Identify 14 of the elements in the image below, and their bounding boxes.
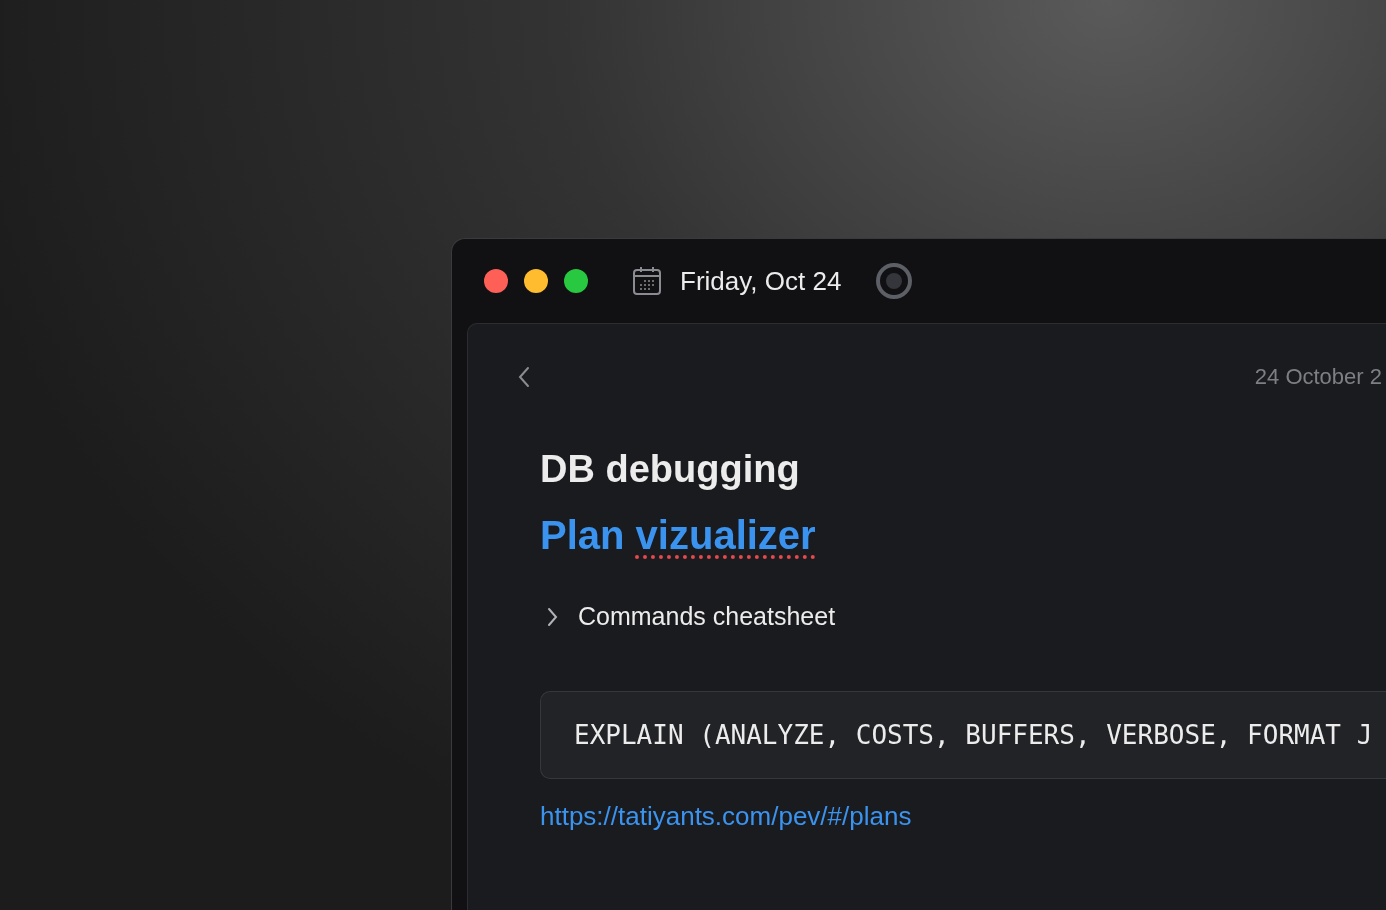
code-block: EXPLAIN (ANALYZE, COSTS, BUFFERS, VERBOSE, FORMAT J — [540, 691, 1386, 779]
heading-link[interactable]: Plan vizualizer — [540, 513, 816, 558]
record-icon[interactable] — [875, 262, 914, 300]
window-button[interactable] — [524, 269, 548, 293]
toggle-heading[interactable]: Commands cheatsheet — [546, 602, 836, 631]
calendar-icon — [632, 266, 662, 296]
window-button[interactable] — [484, 269, 508, 293]
chevron-icon — [546, 606, 558, 627]
window-button[interactable] — [564, 269, 588, 293]
window-title: Friday, Oct 24 — [680, 265, 842, 297]
note-title: DB debugging — [540, 448, 800, 491]
note-date: 24 October 2 — [1254, 364, 1382, 390]
back-chevron-icon[interactable] — [517, 366, 531, 388]
url-link[interactable]: https://tatiyants.com/pev/#/plans — [540, 801, 912, 832]
